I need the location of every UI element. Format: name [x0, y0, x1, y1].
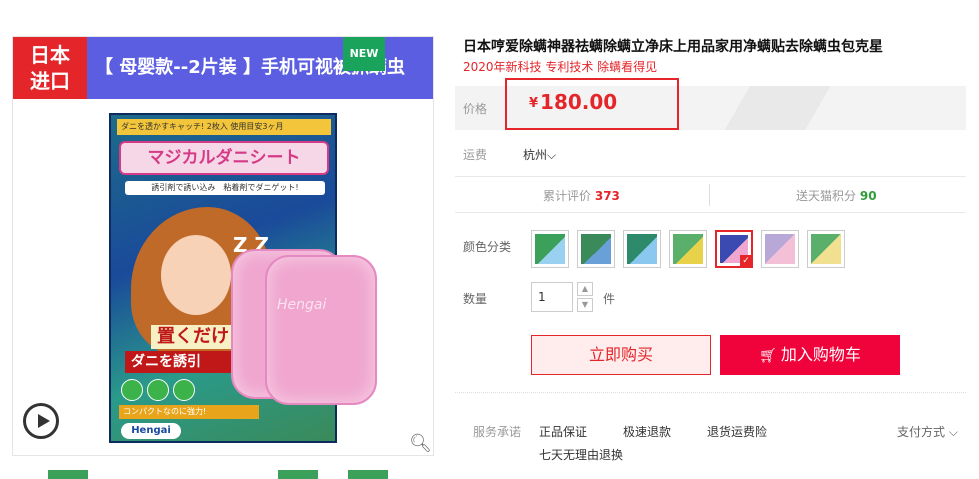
- service-item[interactable]: 七天无理由退换: [539, 446, 623, 463]
- import-tag: 日本 进口: [13, 37, 87, 99]
- color-swatch[interactable]: [577, 230, 615, 268]
- box-title: マジカルダニシート: [119, 141, 329, 175]
- service-item[interactable]: 退货运费险: [707, 423, 767, 440]
- price-label: 价格: [463, 102, 488, 116]
- pad-logo: Hengai: [277, 297, 327, 313]
- thumbnail[interactable]: [278, 470, 318, 479]
- thumbnail[interactable]: [348, 470, 388, 479]
- thumbnail-strip: [48, 470, 388, 479]
- quantity-unit: 件: [603, 292, 616, 306]
- box-feature-icons: [121, 379, 231, 401]
- price-amount: 180.00: [540, 90, 618, 114]
- gallery-banner: 日本 进口 【 母婴款--2片装 】手机可视被抓螨虫 NEW: [13, 37, 433, 99]
- cart-icon: 🛒︎: [759, 348, 777, 364]
- stats-row: 累计评价 373 送天猫积分 90: [455, 184, 966, 206]
- import-tag-line1: 日本: [30, 43, 70, 67]
- color-swatch[interactable]: [807, 230, 845, 268]
- divider: [455, 176, 966, 177]
- girl-face: [161, 235, 231, 315]
- service-item[interactable]: 正品保证: [539, 423, 587, 440]
- payment-label: 支付方式: [897, 425, 946, 439]
- import-tag-line2: 进口: [30, 69, 70, 93]
- reviews-count: 373: [594, 189, 620, 203]
- product-gallery: 日本 进口 【 母婴款--2片装 】手机可视被抓螨虫 NEW ダニを透かすキャッ…: [12, 36, 434, 456]
- quantity-decrease-button[interactable]: ▼: [577, 298, 593, 312]
- buy-now-button[interactable]: 立即购买: [531, 335, 711, 375]
- shipping-label: 运费: [463, 148, 488, 162]
- price-highlight-box: ¥180.00: [505, 78, 679, 130]
- box-strip: コンパクトなのに強力!: [119, 405, 259, 419]
- price-value: ¥180.00: [529, 90, 617, 114]
- new-badge: NEW: [343, 37, 385, 71]
- color-swatch-selected[interactable]: ✓: [715, 230, 753, 268]
- shipping-location-dropdown[interactable]: 杭州⌵: [523, 146, 556, 163]
- price-panel: 价格 ¥180.00: [455, 78, 966, 130]
- reviews-label: 累计评价: [543, 189, 592, 203]
- points-value: 90: [859, 189, 877, 203]
- quantity-input[interactable]: [531, 282, 573, 312]
- divider: [455, 392, 966, 393]
- add-to-cart-button[interactable]: 🛒︎ 加入购物车: [720, 335, 900, 375]
- stat-separator: [709, 184, 710, 206]
- chevron-down-icon: ⌵: [547, 148, 557, 162]
- product-info: 日本哼爱除螨神器祛螨除螨立净床上用品家用净螨贴去除螨虫包克星 2020年新科技 …: [455, 0, 975, 479]
- points-label: 送天猫积分: [796, 189, 857, 203]
- pink-pad-front: Hengai: [265, 255, 377, 405]
- divider: [455, 212, 966, 213]
- add-to-cart-label: 加入购物车: [780, 345, 861, 364]
- color-label: 颜色分类: [463, 240, 512, 254]
- payment-methods-dropdown[interactable]: 支付方式 ⌵: [897, 423, 958, 440]
- color-swatch[interactable]: [623, 230, 661, 268]
- checkmark-icon: ✓: [740, 255, 752, 267]
- points-stat: 送天猫积分 90: [796, 187, 877, 204]
- color-swatch[interactable]: [761, 230, 799, 268]
- zoom-icon[interactable]: 🔍︎: [409, 433, 432, 454]
- box-top-strip: ダニを透かすキャッチ! 2枚入 使用目安3ヶ月: [117, 119, 331, 135]
- currency-symbol: ¥: [529, 96, 539, 111]
- quantity-increase-button[interactable]: ▲: [577, 282, 593, 296]
- play-video-icon[interactable]: [23, 403, 59, 439]
- thumbnail[interactable]: [48, 470, 88, 479]
- color-swatch[interactable]: [531, 230, 569, 268]
- box-subtitle: 誘引剤で誘い込み 粘着剤でダニゲット!: [125, 181, 325, 195]
- services-label: 服务承诺: [473, 425, 522, 439]
- quantity-label: 数量: [463, 292, 488, 306]
- reviews-stat[interactable]: 累计评价 373: [543, 187, 620, 204]
- service-item[interactable]: 极速退款: [623, 423, 671, 440]
- product-title: 日本哼爱除螨神器祛螨除螨立净床上用品家用净螨贴去除螨虫包克星: [463, 39, 883, 55]
- chevron-down-icon: ⌵: [948, 425, 958, 439]
- box-logo: Hengai: [121, 423, 181, 439]
- product-subtitle: 2020年新科技 专利技术 除螨看得见: [463, 60, 658, 74]
- color-swatch[interactable]: [669, 230, 707, 268]
- shipping-location: 杭州: [523, 148, 548, 162]
